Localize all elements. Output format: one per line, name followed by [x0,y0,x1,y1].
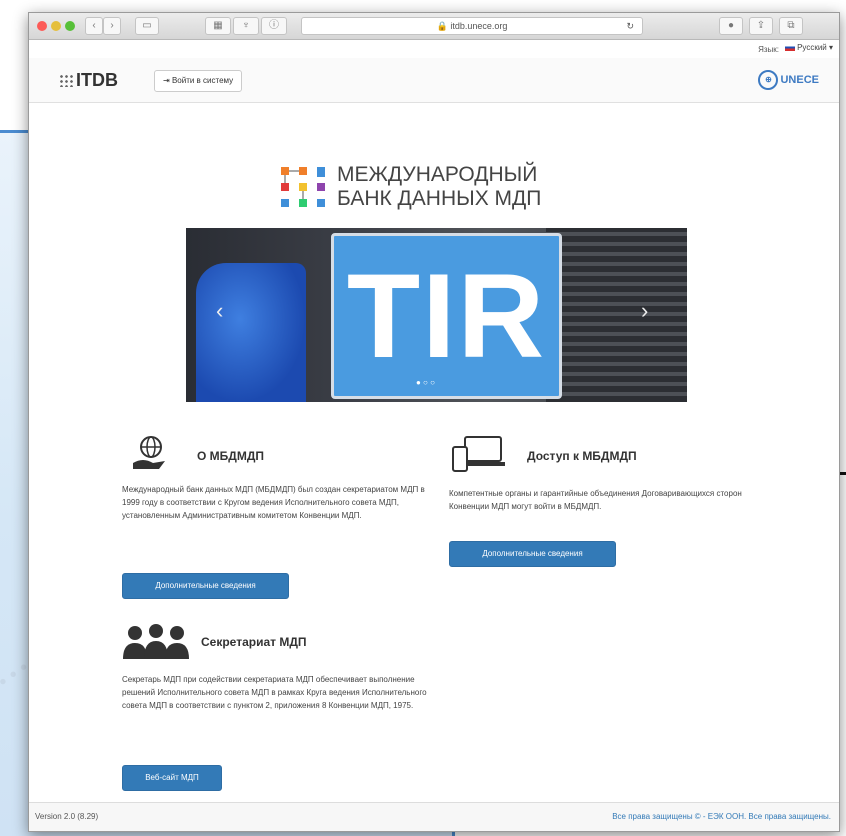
tir-plate-text: TIR [346,249,547,383]
share-icon[interactable]: ⇪ [749,17,773,35]
reload-icon[interactable]: ↻ [626,18,634,34]
download-icon[interactable]: ● [719,17,743,35]
hero-line-1: МЕЖДУНАРОДНЫЙ [337,163,538,186]
secretariat-text: Секретарь МДП при содействии секретариат… [122,675,427,710]
truck-grille [546,228,687,402]
extension-icon[interactable]: ♆ [233,17,259,35]
address-bar[interactable]: 🔒 itdb.unece.org ↻ [301,17,643,35]
about-text: Международный банк данных МДП (МБДМДП) б… [122,485,425,520]
lock-icon: 🔒 [436,21,451,31]
login-button[interactable]: ⇥ Войти в систему [154,70,243,92]
site-navbar: ITDB ⇥ Войти в систему ⊕ UNECE [29,58,839,103]
un-emblem-icon: ⊕ [758,70,779,90]
about-title: О МБДМДП [197,449,265,463]
language-bar: Язык: Русский ▾ [29,40,839,58]
browser-window: ‹ › ▭ ▦ ♆ ⓘ 🔒 itdb.unece.org ↻ ● ⇪ ⧉ Язы… [28,12,840,832]
russia-flag-icon [785,44,796,52]
access-text: Компетентные органы и гарантийные объеди… [449,489,742,511]
logo-text: ITDB [76,70,118,90]
truck-cab [196,263,306,402]
image-carousel: TIR ‹ › ● ○ ○ [186,228,687,402]
tir-website-button[interactable]: Веб-сайт МДП [122,765,222,791]
secretariat-title: Секретариат МДП [201,635,307,649]
sidebar-icon[interactable]: ▭ [135,17,159,35]
people-group-icon [123,624,189,659]
carousel-indicators[interactable]: ● ○ ○ [416,378,435,387]
access-title: Доступ к МБДМДП [527,449,637,463]
hero-line-2: БАНК ДАННЫХ МДП [337,187,542,210]
tir-plate: TIR [331,233,562,399]
language-label: Язык: [758,45,779,54]
browser-toolbar: ‹ › ▭ ▦ ♆ ⓘ 🔒 itdb.unece.org ↻ ● ⇪ ⧉ [29,13,839,40]
carousel-next-icon[interactable]: › [641,298,648,324]
devices-icon [452,436,505,472]
version-text: Version 2.0 (8.29) [35,812,99,821]
carousel-prev-icon[interactable]: ‹ [216,298,223,324]
url-text: itdb.unece.org [450,21,508,31]
itdb-logo[interactable]: ITDB [59,70,118,91]
itdb-grid-icon [59,74,73,87]
copyright-link[interactable]: Все права защищены © - ЕЭК ООН. Все прав… [612,812,831,821]
language-selected: Русский ▾ [797,43,833,52]
info-icon[interactable]: ⓘ [261,17,287,35]
top-sites-icon[interactable]: ▦ [205,17,231,35]
tabs-icon[interactable]: ⧉ [779,17,803,35]
globe-hand-icon [133,436,165,469]
login-label: Войти в систему [171,76,234,85]
page-footer: Version 2.0 (8.29) Все права защищены © … [29,802,839,831]
close-window-button[interactable] [37,21,47,31]
minimize-window-button[interactable] [51,21,61,31]
unece-label: UNECE [780,73,819,86]
forward-button[interactable]: › [103,17,121,35]
about-more-button[interactable]: Дополнительные сведения [122,573,289,599]
itdb-network-icon [281,167,325,207]
zoom-window-button[interactable] [65,21,75,31]
unece-logo[interactable]: ⊕ UNECE [758,70,819,90]
login-icon: ⇥ [163,76,172,85]
access-more-button[interactable]: Дополнительные сведения [449,541,616,567]
language-select[interactable]: Русский ▾ [785,43,833,52]
back-button[interactable]: ‹ [85,17,103,35]
